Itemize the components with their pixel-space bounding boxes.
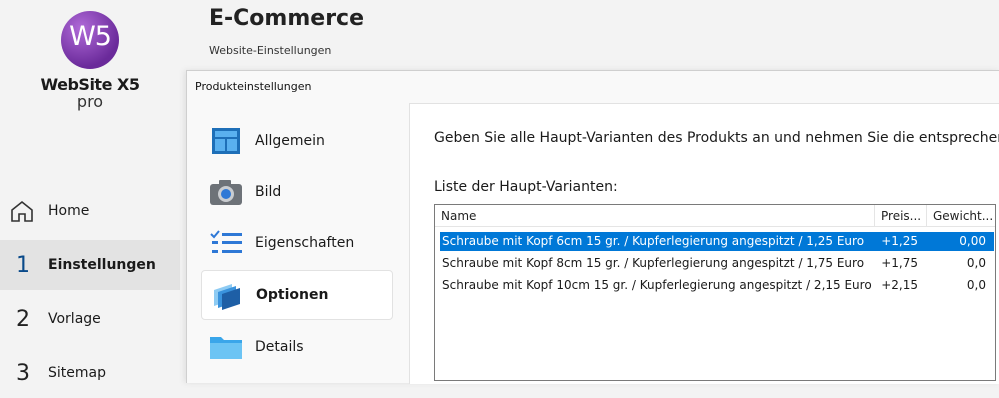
dialog-nav-label: Details [255, 339, 304, 355]
cell-name: Schraube mit Kopf 8cm 15 gr. / Kupferleg… [442, 256, 865, 270]
cell-name: Schraube mit Kopf 6cm 15 gr. / Kupferleg… [442, 234, 865, 248]
page-subtitle: Website-Einstellungen [209, 44, 332, 57]
variants-table[interactable]: Name Preis... Gewicht... Schraube mit Ko… [434, 204, 996, 381]
table-row[interactable]: Schraube mit Kopf 6cm 15 gr. / Kupferleg… [440, 232, 994, 251]
nav-label: Sitemap [48, 365, 106, 381]
column-header-weight[interactable]: Gewicht... [927, 205, 995, 227]
nav-number: 2 [16, 306, 30, 332]
checklist-icon [209, 226, 243, 260]
layers-icon [210, 278, 244, 312]
dialog-nav-label: Allgemein [255, 133, 325, 149]
logo-glyph: W5 [69, 21, 112, 52]
cell-weight: 0,00 [959, 234, 986, 248]
logo-edition: pro [76, 92, 104, 111]
nav-label: Home [48, 203, 90, 219]
cell-name: Schraube mit Kopf 10cm 15 gr. / Kupferle… [442, 278, 872, 292]
nav-label: Vorlage [48, 311, 101, 327]
dialog-nav-eigenschaften[interactable]: Eigenschaften [201, 219, 393, 267]
dialog-title: Produkteinstellungen [195, 80, 312, 93]
cell-price: +1,25 [881, 234, 918, 248]
table-row[interactable]: Schraube mit Kopf 10cm 15 gr. / Kupferle… [440, 276, 994, 295]
nav-item-vorlage[interactable]: 2 Vorlage [0, 294, 180, 344]
nav-number: 1 [16, 252, 30, 278]
nav-item-sitemap[interactable]: 3 Sitemap [0, 348, 180, 398]
page-title: E-Commerce [209, 6, 364, 31]
product-settings-dialog: Produkteinstellungen Allgemein Bild Eige… [186, 70, 999, 384]
column-header-price[interactable]: Preis... [875, 205, 927, 227]
instruction-text: Geben Sie alle Haupt-Varianten des Produ… [434, 130, 999, 146]
nav-item-einstellungen[interactable]: 1 Einstellungen [0, 240, 180, 290]
camera-icon [209, 175, 243, 209]
nav-item-home[interactable]: Home [0, 186, 180, 236]
cell-price: +1,75 [881, 256, 918, 270]
app-sidebar: W5 WebSite X5 pro Home 1 Einstellungen 2… [0, 0, 186, 386]
app-logo: W5 [61, 11, 119, 69]
dialog-nav-allgemein[interactable]: Allgemein [201, 117, 393, 165]
home-icon [11, 200, 33, 222]
variants-list-label: Liste der Haupt-Varianten: [434, 179, 618, 195]
cell-weight: 0,0 [966, 278, 986, 292]
nav-label: Einstellungen [48, 257, 156, 273]
dialog-nav-label: Eigenschaften [255, 235, 355, 251]
column-header-name[interactable]: Name [435, 205, 875, 227]
dialog-nav-label: Bild [255, 184, 282, 200]
dialog-nav-label: Optionen [256, 287, 329, 303]
cell-weight: 0,0 [966, 256, 986, 270]
window-icon [209, 124, 243, 158]
dialog-nav-details[interactable]: Details [201, 323, 393, 371]
instruction-main: Geben Sie alle Haupt-Varianten des Produ… [434, 130, 999, 146]
dialog-nav-optionen[interactable]: Optionen [201, 270, 393, 320]
folder-icon [209, 330, 243, 364]
dialog-nav-bild[interactable]: Bild [201, 168, 393, 216]
options-panel: Geben Sie alle Haupt-Varianten des Produ… [409, 103, 999, 384]
cell-price: +2,15 [881, 278, 918, 292]
table-row[interactable]: Schraube mit Kopf 8cm 15 gr. / Kupferleg… [440, 254, 994, 273]
dialog-nav: Allgemein Bild Eigenschaften Optionen De… [201, 117, 393, 374]
